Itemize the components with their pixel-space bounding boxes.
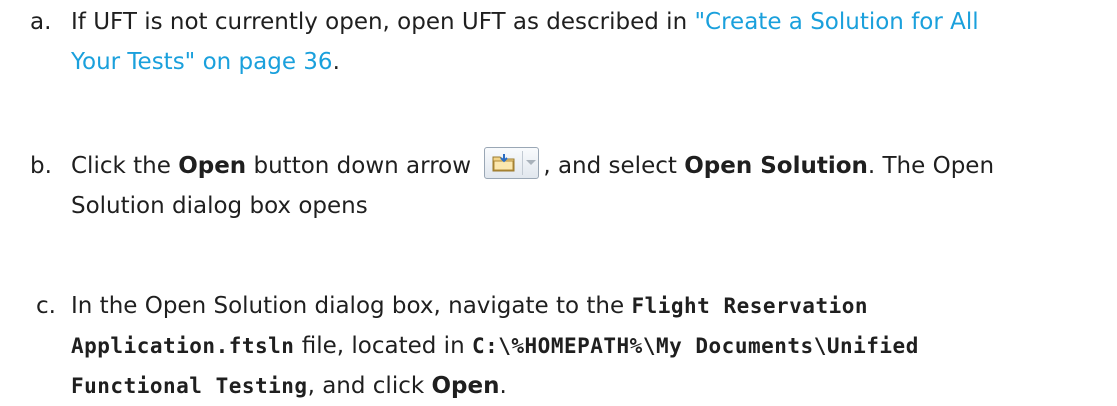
step-b-text-2: button down arrow (246, 153, 479, 179)
open-label: Open (178, 153, 247, 179)
step-c-text: In the Open Solution dialog box, navigat… (71, 286, 1111, 406)
step-c-text-3: , and click (307, 373, 432, 399)
step-marker-a: a. (30, 9, 52, 35)
functional-testing-label: Functional Testing (71, 374, 308, 398)
open-label-c: Open (431, 373, 500, 399)
step-b-text-3: , and select (543, 153, 685, 179)
step-b-text-4: . The Open (867, 153, 995, 179)
step-marker-b: b. (30, 153, 52, 179)
step-a-period: . (332, 49, 340, 75)
step-a-line-1: If UFT is not currently open, open UFT a… (71, 2, 1111, 42)
step-c-period: . (499, 373, 507, 399)
chevron-down-icon (526, 160, 537, 165)
create-solution-link-part2[interactable]: Your Tests" on page 36 (71, 49, 333, 75)
path-label: C:\%HOMEPATH%\My Documents\Unified (471, 334, 919, 358)
create-solution-link-part1[interactable]: "Create a Solution for All (694, 9, 978, 35)
step-b-text-1: Click the (71, 153, 179, 179)
open-folder-icon (492, 154, 515, 172)
flight-reservation-label: Flight Reservation (631, 294, 869, 318)
step-a-intro: If UFT is not currently open, open UFT a… (71, 9, 695, 35)
step-b-line-1: Click the Open button down arrow , and s… (71, 146, 1111, 186)
ftsln-filename: Application.ftsln (71, 334, 295, 358)
step-c-line-1: In the Open Solution dialog box, navigat… (71, 286, 1111, 326)
button-separator (522, 151, 524, 175)
step-marker-c: c. (36, 293, 56, 319)
step-c-text-2: file, located in (294, 333, 472, 359)
step-a-line-2: Your Tests" on page 36. (71, 42, 1111, 82)
step-b-text: Click the Open button down arrow , and s… (71, 146, 1111, 226)
step-c-line-2: Application.ftsln file, located in C:\%H… (71, 326, 1111, 366)
step-c-text-1: In the Open Solution dialog box, navigat… (71, 293, 632, 319)
open-button-image (484, 147, 540, 179)
open-solution-label: Open Solution (684, 153, 868, 179)
step-c-line-3: Functional Testing, and click Open. (71, 366, 1111, 406)
step-b-line-2: Solution dialog box opens (71, 193, 368, 219)
step-a-text: If UFT is not currently open, open UFT a… (71, 2, 1111, 82)
